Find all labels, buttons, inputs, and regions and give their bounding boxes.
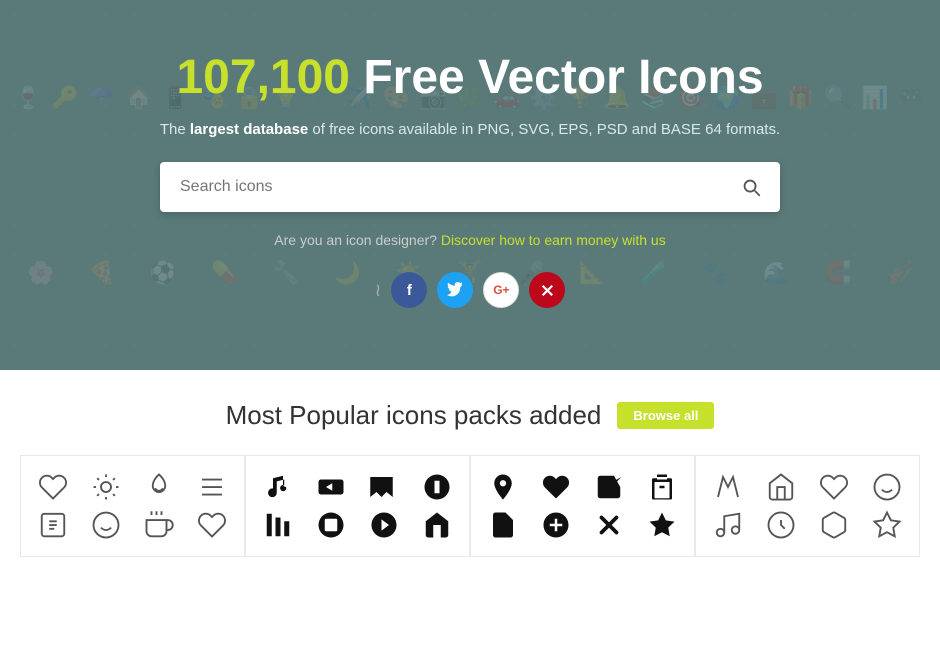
icon-item (369, 472, 399, 502)
icon-item (541, 472, 571, 502)
search-input[interactable] (160, 162, 722, 212)
pack-card-4 (695, 455, 920, 557)
section-header: Most Popular icons packs added Browse al… (20, 400, 920, 431)
icon-item (38, 472, 68, 502)
icon-item (819, 472, 849, 502)
icon-item (872, 472, 902, 502)
twitter-icon (447, 282, 463, 298)
icon-item (594, 472, 624, 502)
google-button[interactable]: G+ (483, 272, 519, 308)
subtitle-rest: of free icons available in PNG, SVG, EPS… (308, 121, 780, 138)
icon-item (488, 510, 518, 540)
hero-section: 🍷🔑☂️🏠📱🎭🔒💡🎵✈️ 🎨📷🌿🚗⚙️🏆🔔📚🎯🌍 💼🎁🔍📊🎮🌸🍕⚽💊🔧 🌙☀️🏋… (0, 0, 940, 370)
icon-item (316, 472, 346, 502)
icon-item (422, 510, 452, 540)
icon-item (144, 510, 174, 540)
icon-item (144, 472, 174, 502)
icon-item (91, 510, 121, 540)
browse-all-button[interactable]: Browse all (617, 402, 714, 429)
icon-item (38, 510, 68, 540)
icon-item (541, 510, 571, 540)
icon-count: 107,100 (176, 51, 350, 104)
icon-item (647, 472, 677, 502)
icon-item (369, 510, 399, 540)
icon-item (647, 510, 677, 540)
icon-item (594, 510, 624, 540)
google-label: G+ (493, 283, 509, 297)
subtitle-plain: The (160, 121, 190, 138)
icon-item (91, 472, 121, 502)
icon-item (263, 510, 293, 540)
pack-card-2 (245, 455, 470, 557)
search-icon (740, 176, 762, 198)
packs-grid (20, 455, 920, 557)
pack-card-1 (20, 455, 245, 557)
icon-item (872, 510, 902, 540)
icon-item (713, 510, 743, 540)
title-suffix: Free Vector Icons (363, 51, 763, 104)
social-row: ≀ f G+ ⨯ (20, 272, 920, 308)
icon-item (819, 510, 849, 540)
search-button[interactable] (722, 162, 780, 212)
icon-item (197, 472, 227, 502)
icon-item (766, 510, 796, 540)
share-icon: ≀ (375, 280, 382, 301)
hero-subtitle: The largest database of free icons avail… (20, 121, 920, 138)
designer-prefix: Are you an icon designer? (274, 232, 441, 248)
icon-item (316, 510, 346, 540)
icon-item (488, 472, 518, 502)
designer-link[interactable]: Discover how to earn money with us (441, 232, 666, 248)
pack-card-3 (470, 455, 695, 557)
icon-item (713, 472, 743, 502)
section-title: Most Popular icons packs added (226, 400, 602, 431)
lower-section: Most Popular icons packs added Browse al… (0, 370, 940, 577)
icon-item (766, 472, 796, 502)
facebook-button[interactable]: f (391, 272, 427, 308)
search-bar (160, 162, 780, 212)
subtitle-bold: largest database (190, 121, 308, 138)
icon-item (263, 472, 293, 502)
pinterest-button[interactable]: ⨯ (529, 272, 565, 308)
designer-prompt: Are you an icon designer? Discover how t… (20, 232, 920, 248)
twitter-button[interactable] (437, 272, 473, 308)
hero-title: 107,100 Free Vector Icons (20, 50, 920, 105)
icon-item (422, 472, 452, 502)
icon-item (197, 510, 227, 540)
